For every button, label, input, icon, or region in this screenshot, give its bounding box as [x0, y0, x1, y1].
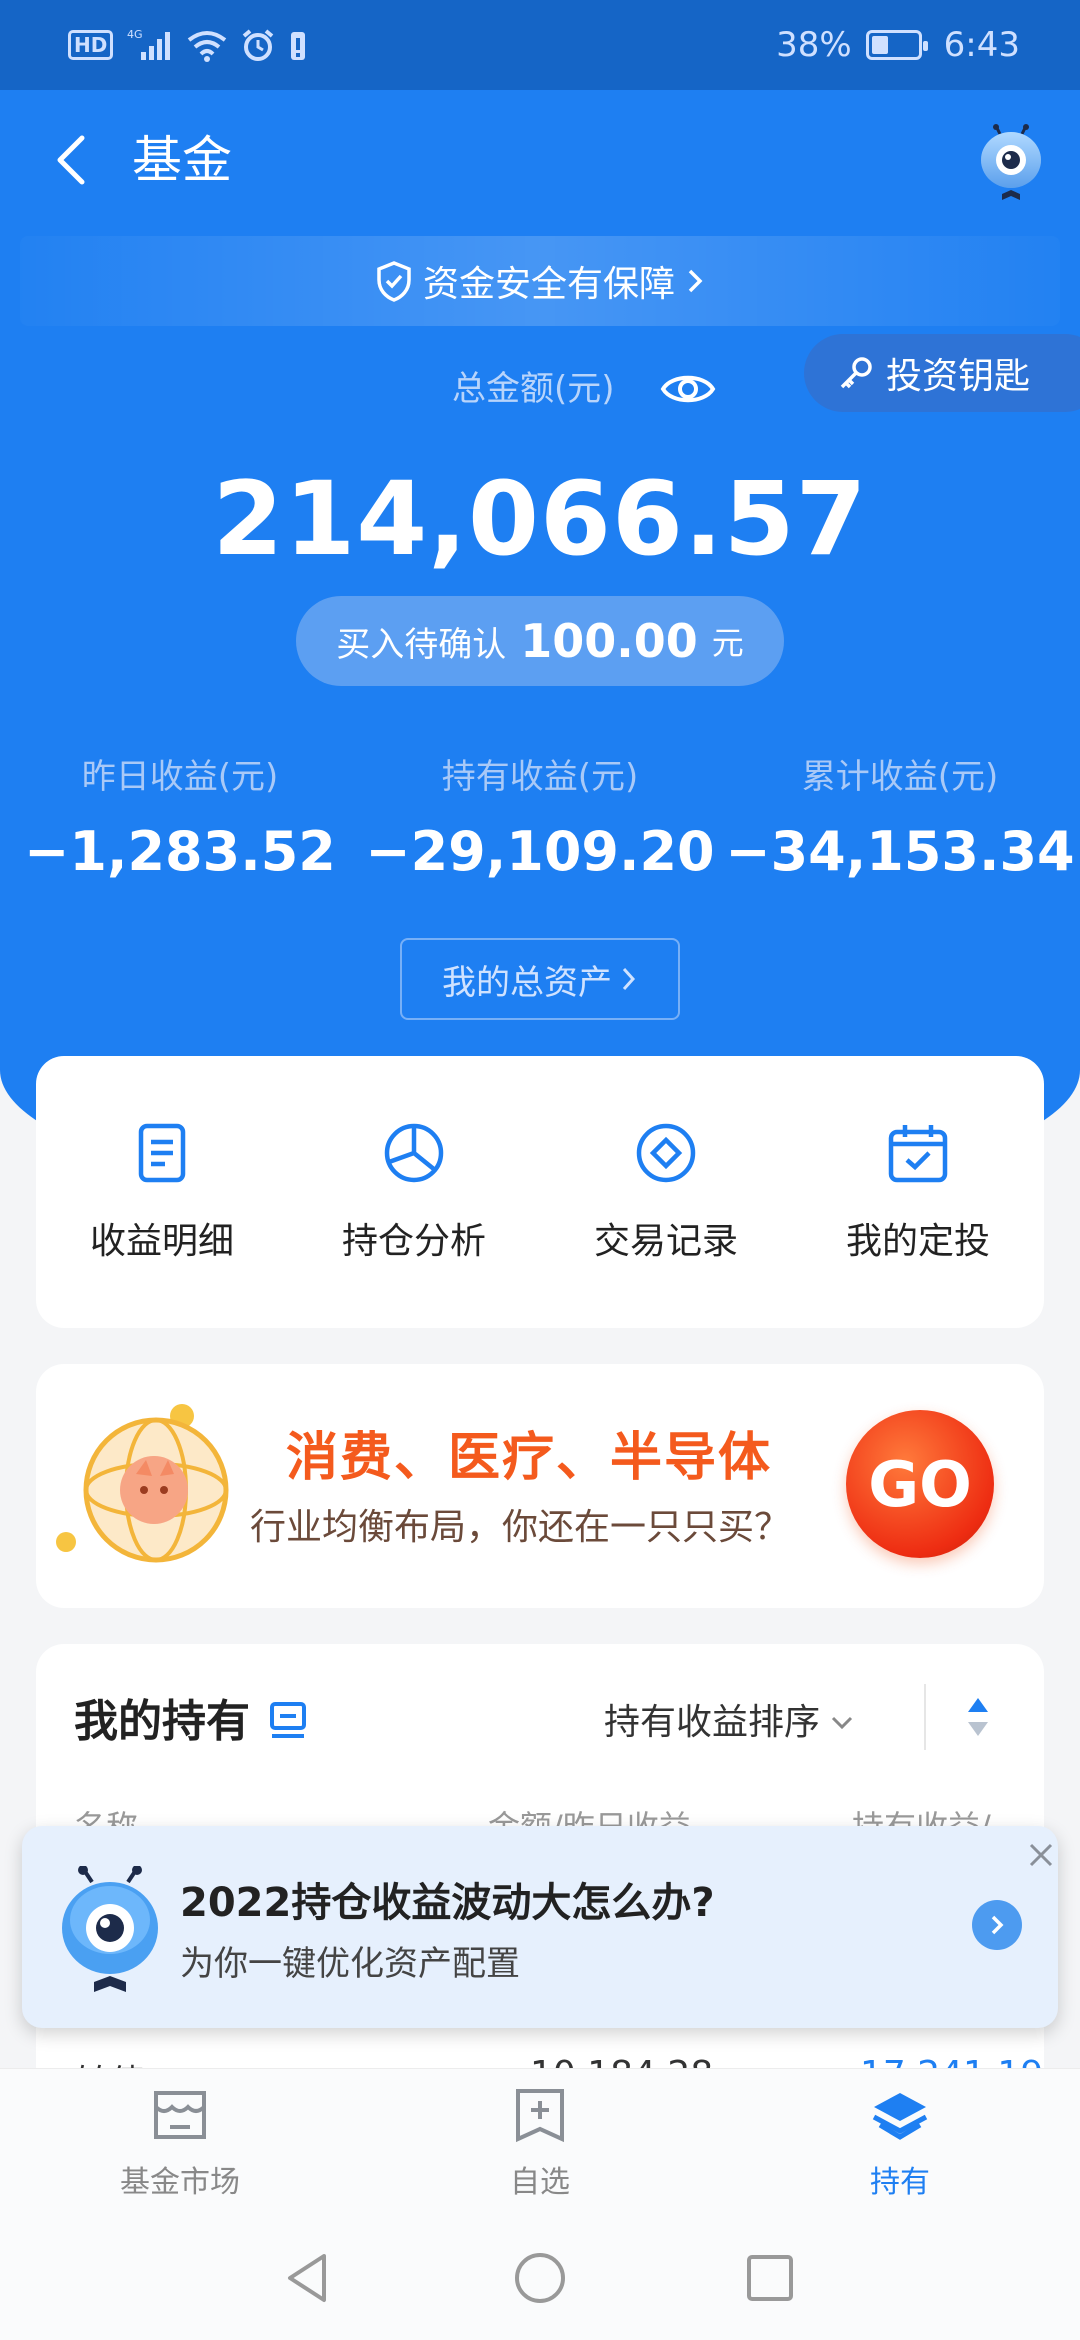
menu-item-transaction-records[interactable]: 交易记录 — [540, 1120, 792, 1264]
alert-icon — [289, 28, 307, 62]
add-favorite-icon — [516, 2088, 564, 2142]
stat-holding-earnings: 持有收益(元) −29,109.20 — [360, 752, 720, 884]
optimization-tip-popup[interactable]: 2022持仓收益波动大怎么办? 为你一键优化资产配置 — [22, 1826, 1058, 2028]
sort-order-icon[interactable] — [966, 1694, 990, 1740]
bottom-tab-bar: 基金市场 自选 持有 — [0, 2068, 1080, 2218]
promo-subtitle: 行业均衡布局，你还在一只只买？ — [250, 1507, 791, 1548]
tab-holdings[interactable]: 持有 — [720, 2069, 1080, 2218]
svg-text:4G: 4G — [127, 28, 143, 41]
layers-icon — [872, 2092, 928, 2140]
tip-title: 2022持仓收益波动大怎么办? — [180, 1880, 715, 1926]
sort-dropdown[interactable]: 持有收益排序 — [604, 1696, 854, 1750]
mascot-icon — [62, 1866, 158, 1992]
system-back-icon[interactable] — [278, 2248, 338, 2308]
pending-label: 买入待确认 — [336, 624, 507, 665]
battery-icon — [865, 30, 928, 60]
tab-watchlist[interactable]: 自选 — [360, 2069, 720, 2218]
pending-unit: 元 — [711, 624, 744, 662]
go-button[interactable]: GO — [846, 1410, 994, 1558]
stat-label: 昨日收益(元) — [81, 757, 279, 797]
chevron-left-icon — [57, 135, 85, 185]
menu-item-position-analysis[interactable]: 持仓分析 — [288, 1120, 540, 1264]
stat-label: 累计收益(元) — [801, 757, 999, 797]
pending-amount: 100.00 — [520, 614, 698, 668]
key-icon — [840, 357, 872, 389]
menu-item-earnings-detail[interactable]: 收益明细 — [36, 1120, 288, 1264]
earnings-stats: 昨日收益(元) −1,283.52 持有收益(元) −29,109.20 累计收… — [0, 752, 1080, 884]
mascot-icon — [981, 124, 1041, 200]
clock: 6:43 — [943, 25, 1020, 65]
stat-cumulative-earnings: 累计收益(元) −34,153.34 — [720, 752, 1080, 884]
status-bar: HD 4G 38% 6:43 — [0, 0, 1080, 90]
mascot-assistant-button[interactable] — [978, 124, 1044, 204]
market-icon — [154, 2090, 206, 2139]
document-icon — [138, 1123, 186, 1183]
chevron-right-icon — [688, 269, 703, 293]
close-icon[interactable] — [1026, 1840, 1056, 1870]
system-recents-icon[interactable] — [740, 2248, 800, 2308]
tip-subtitle: 为你一键优化资产配置 — [180, 1944, 520, 1984]
battery-percent: 38% — [776, 25, 852, 65]
wifi-icon — [187, 28, 227, 62]
menu-label: 收益明细 — [89, 1221, 234, 1262]
tab-label: 持有 — [870, 2164, 930, 2200]
total-assets-label: 我的总资产 — [442, 962, 612, 1003]
menu-label: 交易记录 — [593, 1221, 738, 1262]
stat-value: −1,283.52 — [24, 820, 336, 883]
stat-yesterday-earnings: 昨日收益(元) −1,283.52 — [0, 752, 360, 884]
tab-label: 自选 — [510, 2164, 570, 2200]
chevron-right-icon — [991, 1915, 1004, 1935]
promo-banner[interactable]: 消费、医疗、半导体 行业均衡布局，你还在一只只买？ GO — [36, 1364, 1044, 1608]
menu-label: 持仓分析 — [341, 1221, 486, 1262]
eye-icon[interactable] — [660, 368, 716, 410]
chevron-down-icon — [831, 1716, 853, 1730]
sort-label: 持有收益排序 — [604, 1702, 821, 1743]
pie-chart-icon — [384, 1123, 444, 1183]
stat-label: 持有收益(元) — [441, 757, 639, 797]
menu-label: 我的定投 — [845, 1221, 990, 1262]
system-navigation-bar — [0, 2218, 1080, 2340]
back-button[interactable] — [44, 130, 104, 190]
divider — [924, 1684, 926, 1750]
page-title: 基金 — [132, 131, 232, 189]
invest-key-button[interactable]: 投资钥匙 — [804, 334, 1080, 412]
golden-globe-illustration — [56, 1404, 229, 1563]
menu-item-my-auto-invest[interactable]: 我的定投 — [792, 1120, 1044, 1264]
system-home-icon[interactable] — [510, 2248, 570, 2308]
chevron-right-icon — [622, 967, 636, 991]
status-left: HD 4G — [68, 28, 307, 62]
status-right: 38% 6:43 — [776, 25, 1020, 65]
total-amount-label: 总金额(元) — [452, 369, 615, 409]
holdings-title: 我的持有 — [74, 1696, 250, 1747]
hd-badge: HD — [68, 30, 114, 60]
signal-icon: 4G — [127, 28, 173, 62]
total-assets-button[interactable]: 我的总资产 — [400, 938, 680, 1020]
tip-go-button[interactable] — [972, 1900, 1022, 1950]
total-amount-value: 214,066.57 — [212, 460, 868, 579]
shield-check-icon — [377, 261, 411, 302]
diamond-circle-icon — [636, 1123, 696, 1183]
quick-menu-card: 收益明细 持仓分析 交易记录 我的定投 — [36, 1056, 1044, 1328]
alarm-icon — [241, 28, 275, 62]
safety-guarantee-banner[interactable]: 资金安全有保障 — [20, 236, 1060, 326]
tab-label: 基金市场 — [120, 2164, 240, 2200]
tab-fund-market[interactable]: 基金市场 — [0, 2069, 360, 2218]
display-mode-icon[interactable] — [268, 1700, 308, 1740]
stat-value: −34,153.34 — [725, 820, 1075, 883]
top-nav: 基金 — [0, 90, 1080, 230]
stat-value: −29,109.20 — [365, 820, 715, 883]
calendar-check-icon — [888, 1125, 948, 1183]
pending-confirmation-pill[interactable]: 买入待确认 100.00 元 — [296, 596, 784, 686]
invest-key-label: 投资钥匙 — [886, 356, 1031, 397]
safety-banner-text: 资金安全有保障 — [422, 264, 675, 305]
promo-title: 消费、医疗、半导体 — [286, 1428, 773, 1488]
